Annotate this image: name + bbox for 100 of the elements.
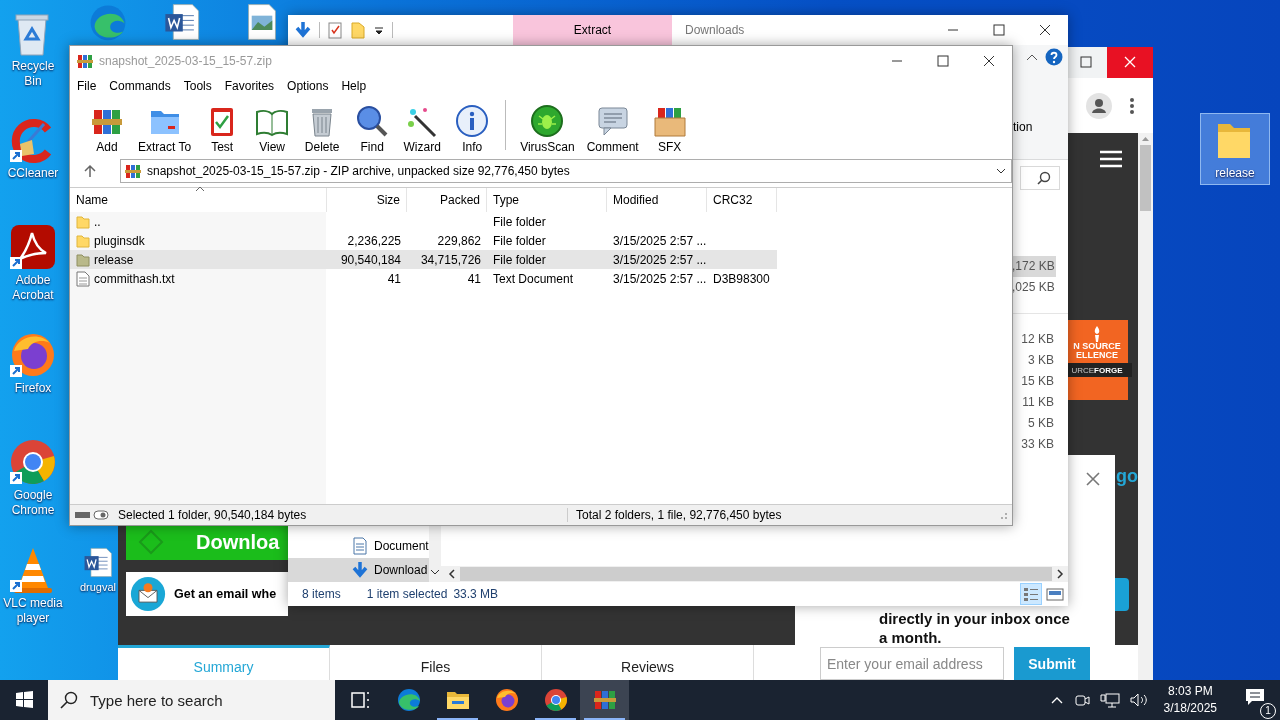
column-header[interactable]: Type <box>487 188 607 212</box>
column-header[interactable]: Modified <box>607 188 707 212</box>
table-cell: Text Document <box>493 271 574 286</box>
download-icon[interactable] <box>294 21 312 39</box>
toolbar-button[interactable]: VirusScan <box>514 104 581 154</box>
sort-icon <box>195 186 205 192</box>
column-header[interactable]: Size <box>327 188 407 212</box>
table-cell: pluginsdk <box>94 233 145 248</box>
scrollbar[interactable] <box>1138 133 1153 680</box>
size-cell-text: 12 KB <box>1020 331 1055 348</box>
search-icon <box>1037 170 1051 185</box>
drive-icon <box>74 508 110 522</box>
search-icon <box>60 691 78 709</box>
column-header[interactable]: CRC32 <box>707 188 777 212</box>
search-box[interactable]: Type here to search <box>48 680 335 720</box>
toolbar-button[interactable]: Find <box>347 104 398 154</box>
details-view-icon[interactable] <box>1022 585 1040 603</box>
bug-icon <box>530 104 565 138</box>
table-cell: 3/15/2025 2:57 ... <box>613 271 707 286</box>
menu-item[interactable]: Options <box>287 79 329 93</box>
table-cell: 41 <box>467 271 481 286</box>
table-cell: File folder <box>493 214 546 229</box>
collapse-icon[interactable] <box>1025 52 1039 62</box>
network-icon[interactable] <box>1099 691 1120 709</box>
popup-text: a month. <box>879 628 943 647</box>
toolbar-button[interactable]: Test <box>197 104 248 154</box>
toolbar-button[interactable]: Comment <box>580 104 645 154</box>
scrollbar-thumb[interactable] <box>1140 145 1151 211</box>
email-field[interactable]: Enter your email address <box>820 647 1004 680</box>
archive-icon <box>125 163 141 179</box>
size-cell-text: 15 KB <box>1020 373 1055 390</box>
search-icon <box>355 104 390 138</box>
table-row[interactable]: commithash.txt 41 41 Text Document 3/15/2025 2:57 ... D3B98300 <box>70 269 777 288</box>
folder-icon <box>76 251 90 268</box>
chevron-up-icon[interactable] <box>1049 695 1064 705</box>
status-text: 33.3 MB <box>453 587 499 601</box>
menu-item[interactable]: Favorites <box>224 79 275 93</box>
search-field[interactable] <box>1020 165 1060 190</box>
table-cell: 34,715,726 <box>420 252 481 267</box>
table-row[interactable]: pluginsdk 2,236,225 229,862 File folder 3/15/2025 2:57 ... <box>70 231 777 250</box>
menu-item[interactable]: Commands <box>109 79 171 93</box>
toolbar-button[interactable]: Add <box>82 104 132 154</box>
close-icon[interactable] <box>1085 471 1101 487</box>
edge-icon <box>396 688 421 712</box>
menu-icon[interactable] <box>1100 150 1122 168</box>
column-header[interactable]: Packed <box>407 188 487 212</box>
resize-grip-icon[interactable] <box>998 510 1008 520</box>
toolbar-button[interactable]: Extract To <box>132 104 198 154</box>
size-cell-text: 3 KB <box>1027 352 1055 369</box>
folder-icon <box>76 232 90 249</box>
address-field[interactable]: snapshot_2025-03-15_15-57.zip - ZIP archive, unpacked size 92,776,450 bytes <box>120 159 1012 183</box>
table-row[interactable]: .. File folder <box>70 212 777 231</box>
table-cell: File folder <box>493 233 546 248</box>
info-icon <box>455 104 490 138</box>
column-header[interactable]: Name <box>70 188 327 212</box>
menu-item[interactable]: Help <box>341 79 367 93</box>
thumbnail-view-icon[interactable] <box>1046 585 1064 603</box>
search-field[interactable]: Type here to search <box>88 690 318 710</box>
chrome-icon <box>543 688 568 712</box>
download-icon <box>352 561 368 579</box>
checklist-icon[interactable] <box>327 21 343 39</box>
menu-item[interactable]: Tools <box>183 79 212 93</box>
selected-row[interactable]: release 90,540,184 34,715,726 File folder 3/15/2025 2:57 ... <box>70 250 777 269</box>
firefox-icon <box>494 688 519 712</box>
up-arrow-icon[interactable] <box>82 163 98 179</box>
notification-icon[interactable] <box>1244 687 1266 707</box>
status-text: 8 items <box>302 587 341 601</box>
size-cell: ,172 KB <box>1012 256 1056 277</box>
more-icon[interactable] <box>1127 95 1137 116</box>
volume-icon[interactable] <box>1128 691 1149 709</box>
toolbar-button[interactable]: View <box>247 104 298 154</box>
badge-text: FORGE <box>1094 365 1123 375</box>
link-text[interactable]: go <box>1116 466 1138 487</box>
size-cell-text: 5 KB <box>1027 415 1055 432</box>
toolbar-button[interactable]: Delete <box>297 104 348 154</box>
badge-text: ELLENCE <box>1076 351 1118 360</box>
document-icon <box>352 537 368 555</box>
banner-text: Get an email whe <box>174 587 277 601</box>
scrollbar-thumb[interactable] <box>460 567 1052 581</box>
help-icon[interactable] <box>1045 48 1063 66</box>
window-title: snapshot_2025-03-15_15-57.zip <box>99 54 273 68</box>
horizontal-scrollbar[interactable] <box>440 566 1068 582</box>
size-cell-text: 11 KB <box>1021 394 1055 411</box>
toolbar-button[interactable]: SFX <box>644 104 695 154</box>
desktop-shortcut[interactable]: release <box>1200 113 1270 185</box>
text-file-icon <box>76 270 90 287</box>
speech-bubble-icon <box>595 104 630 138</box>
table-cell: 41 <box>387 271 401 286</box>
avatar-icon[interactable] <box>1085 91 1113 120</box>
toolbar-button[interactable]: Wizard <box>397 104 448 154</box>
toolbar-button[interactable]: Info <box>447 104 498 154</box>
table-cell: File folder <box>493 252 546 267</box>
status-text: Total 2 folders, 1 file, 92,776,450 bytes <box>576 508 783 522</box>
clock[interactable]: 8:03 PM 3/18/2025 <box>1157 683 1223 717</box>
nav-item[interactable]: Download <box>288 558 429 582</box>
badge-text: URCE <box>1071 365 1095 375</box>
ribbon-label[interactable]: tion <box>1013 120 1068 134</box>
ribbon-tab[interactable]: Extract <box>513 15 672 45</box>
nav-item[interactable]: Document <box>288 534 429 558</box>
menu-item[interactable]: File <box>77 79 97 93</box>
